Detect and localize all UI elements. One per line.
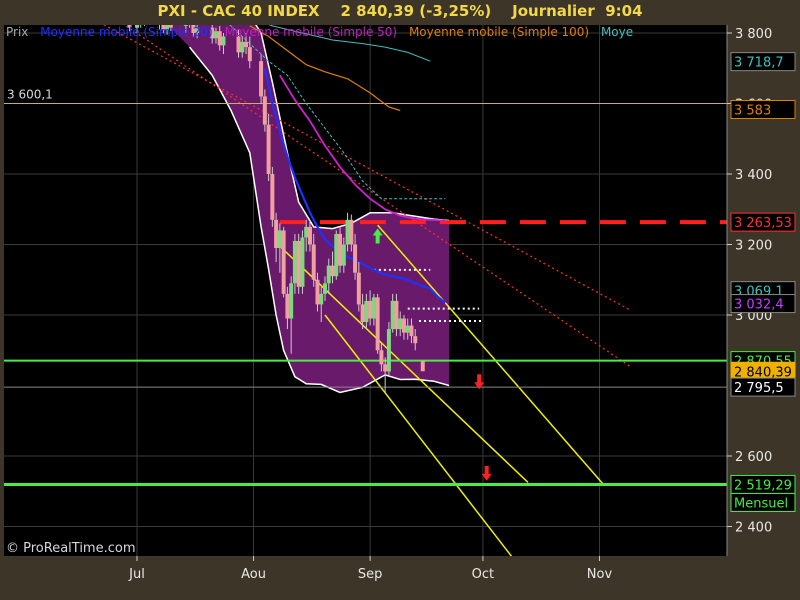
candle-body: [307, 226, 312, 245]
x-tick-label: Aou: [241, 567, 266, 582]
price-tag: 3 032,4: [730, 294, 796, 314]
candle-body: [259, 61, 264, 97]
candle-body: [326, 265, 331, 284]
candle-body: [247, 47, 252, 62]
candle-body: [360, 304, 365, 323]
candle-body: [262, 96, 267, 125]
x-tick-label: Oct: [472, 567, 494, 582]
candle-body: [289, 283, 294, 319]
left-level-value: 3 600,1: [7, 87, 53, 101]
price-tag-label: 3 583: [734, 103, 771, 118]
candle-body: [379, 350, 384, 365]
candle-body: [401, 318, 406, 333]
candle-body: [311, 244, 316, 280]
price-tags: 3 718,73 5833 263,533 069,13 032,42 870,…: [730, 52, 796, 512]
candle-body: [296, 240, 301, 287]
y-tick-label: 3 400: [735, 168, 772, 183]
price-tag: 2 840,39: [730, 361, 796, 381]
candle-body: [304, 226, 309, 238]
candle-body: [274, 219, 279, 249]
candle-body: [323, 283, 327, 294]
candle-body: [390, 300, 395, 330]
candle: [386, 322, 391, 375]
candle-body: [188, 21, 192, 25]
price-tag: 2 795,5: [730, 377, 796, 397]
candle-body: [364, 300, 369, 323]
candle-body: [349, 219, 354, 245]
chart-title: PXI - CAC 40 INDEX 2 840,39 (-3,25%) Jou…: [157, 2, 643, 20]
candle-body: [266, 124, 271, 174]
left-level-label: 3 600,1: [7, 87, 53, 101]
candle-body: [345, 219, 350, 245]
last-candle: [420, 360, 425, 372]
candle-body: [356, 272, 361, 305]
candle-body: [315, 279, 320, 305]
price-tag-label: 3 263,53: [734, 216, 792, 231]
candle-body: [277, 230, 282, 249]
y-tick-label: 2 600: [735, 450, 772, 465]
candle-body: [338, 233, 343, 266]
candle-body: [409, 325, 414, 337]
candle-body: [375, 297, 380, 351]
legend-item-sma100: Moyenne mobile (Simple 100): [408, 25, 590, 39]
x-tick-label: Nov: [587, 567, 613, 582]
price-tag-label: 2 795,5: [734, 381, 784, 396]
candle: [334, 230, 339, 280]
legend-item-sma20: Moyenne mobile (Simple 20): [40, 25, 213, 39]
y-tick-label: 2 400: [735, 521, 772, 536]
price-chart: 3 600,1 3 8003 6003 4003 2003 0002 6002 …: [4, 21, 796, 582]
candle-body: [292, 240, 297, 284]
x-tick-label: Jul: [128, 567, 145, 582]
candle-body: [371, 297, 376, 319]
copyright: © ProRealTime.com: [6, 541, 136, 556]
candle-body: [285, 293, 290, 319]
candle-body: [244, 41, 249, 48]
price-tag-label: 2 519,29: [734, 478, 792, 493]
legend-item-other-ma: Moye: [600, 25, 634, 39]
candle-body: [143, 21, 147, 23]
candle: [270, 166, 275, 227]
candle-body: [386, 329, 391, 372]
candle-body: [383, 364, 388, 372]
y-tick-label: 3 200: [735, 239, 772, 254]
candle-body: [353, 244, 358, 273]
price-tag: 3 583: [730, 99, 796, 119]
candle-body: [330, 265, 335, 277]
candle-body: [139, 21, 143, 25]
candle: [375, 293, 380, 354]
candle: [281, 226, 286, 298]
candle-body: [319, 293, 324, 305]
legend: Prix Moyenne mobile (Simple 20) Moyenne …: [6, 25, 728, 39]
x-axis: Jul Aou Sep Oct Nov: [128, 556, 612, 582]
price-tag: 3 263,53: [730, 212, 796, 232]
legend-item-price: Prix: [6, 25, 29, 39]
candle-body: [281, 230, 286, 294]
candle-body: [341, 244, 346, 266]
candle: [296, 233, 301, 294]
x-tick-label: Sep: [358, 567, 383, 582]
candle-body: [270, 174, 275, 220]
price-tag-label: 3 032,4: [734, 298, 784, 313]
y-tick-label: 3 800: [735, 27, 772, 42]
price-tag-label: 3 718,7: [734, 56, 784, 71]
candle-body: [334, 233, 339, 277]
legend-item-sma50: Moyenne mobile (Simple 50): [224, 25, 398, 39]
candle: [300, 230, 305, 294]
candle-body: [240, 41, 245, 53]
candle-body: [413, 336, 418, 344]
candle-body: [405, 325, 410, 333]
candle: [259, 54, 264, 104]
candle-body: [300, 237, 305, 287]
price-tag: 3 718,7: [730, 52, 796, 72]
candle-body: [394, 300, 399, 330]
candle-body: [368, 300, 373, 319]
price-tag: 2 519,29: [730, 474, 796, 494]
mensuel-tag-label: Mensuel: [734, 496, 788, 511]
candle-body: [398, 318, 403, 330]
